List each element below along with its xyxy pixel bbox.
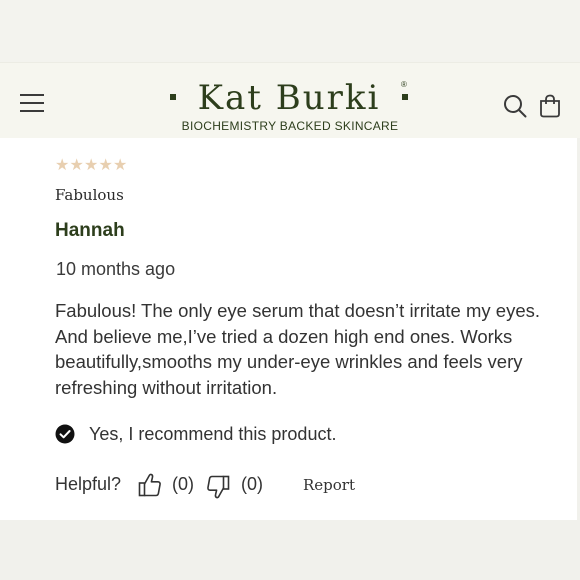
bag-icon[interactable]: [539, 94, 561, 118]
star-icon: ★: [113, 157, 128, 174]
search-icon[interactable]: [503, 94, 527, 118]
registered-mark: ®: [401, 80, 407, 89]
helpful-down-count: (0): [241, 474, 263, 494]
helpful-up-count: (0): [172, 474, 194, 494]
star-icon: ★: [69, 157, 84, 174]
star-icon: ★: [84, 157, 99, 174]
helpful-label: Helpful?: [55, 474, 122, 494]
bottom-background: [0, 520, 580, 580]
brand-tagline: BIOCHEMISTRY BACKED SKINCARE: [181, 119, 399, 133]
star-icon: ★: [55, 157, 70, 174]
menu-icon[interactable]: [20, 94, 44, 114]
star-rating: ★★★★★: [55, 157, 128, 175]
report-link[interactable]: Report: [303, 476, 355, 494]
review-title: Fabulous: [55, 186, 124, 204]
review-body: Fabulous! The only eye serum that doesn’…: [55, 300, 541, 398]
review-date: 10 months ago: [56, 259, 176, 279]
star-icon: ★: [98, 157, 113, 174]
brand-name: Kat Burki: [197, 78, 381, 118]
top-background: [0, 0, 580, 62]
thumbs-down-icon[interactable]: [206, 474, 230, 500]
thumbs-up-icon[interactable]: [138, 472, 162, 498]
checkmark-icon: [55, 424, 75, 444]
helpful-row: Helpful? (0) (0) Report: [55, 472, 375, 500]
recommendation-text: Yes, I recommend this product.: [89, 424, 337, 444]
review-author: Hannah: [55, 220, 125, 241]
logo-dot-right: [402, 94, 408, 100]
